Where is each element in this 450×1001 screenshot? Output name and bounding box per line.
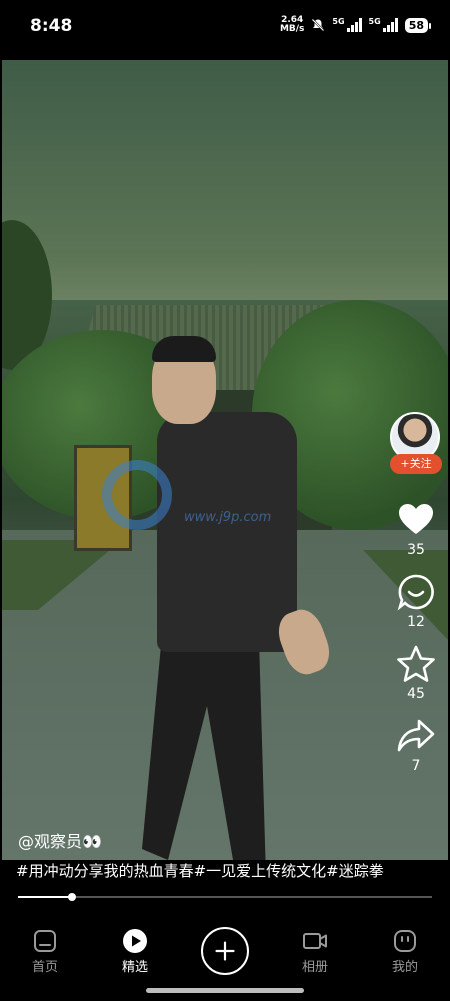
nav-album-label: 相册: [301, 959, 328, 975]
video-progress-bar[interactable]: [18, 893, 432, 901]
follow-button[interactable]: +关注: [390, 454, 442, 474]
status-time: 8:48: [30, 16, 73, 36]
person-head: [152, 336, 216, 424]
home-icon: [34, 929, 56, 952]
profile-icon: [394, 929, 416, 952]
nav-profile[interactable]: 我的: [370, 928, 440, 975]
heart-icon: [399, 504, 433, 534]
share-arrow-icon: [397, 719, 435, 752]
author-avatar-group: +关注: [390, 412, 442, 474]
action-sidebar: +关注 35 12 45 7: [390, 412, 442, 788]
video-sky: [2, 60, 448, 300]
signal-1-label: 5G: [332, 17, 345, 26]
comment-button[interactable]: 12: [396, 572, 436, 630]
comment-icon: [397, 574, 434, 611]
watermark-text: www.j9p.com: [184, 510, 272, 525]
favorite-button[interactable]: 45: [396, 644, 436, 702]
nav-featured-label: 精选: [121, 959, 148, 975]
video-caption[interactable]: #用冲动分享我的热血青春#一见爱上传统文化#迷踪拳: [16, 860, 384, 881]
watermark: www.j9p.com: [102, 460, 302, 540]
signal-icon: [346, 18, 362, 32]
nav-create[interactable]: [190, 927, 260, 975]
like-button[interactable]: 35: [396, 500, 436, 558]
home-indicator[interactable]: [146, 988, 304, 993]
status-bar: 8:48 2.64 MB/s 5G 5G 58: [0, 0, 450, 54]
video-person: [142, 336, 336, 860]
progress-fill: [18, 896, 72, 898]
signal-1: 5G: [332, 17, 362, 32]
watermark-logo-icon: [102, 460, 172, 530]
person-hair: [152, 336, 216, 362]
share-button[interactable]: 7: [396, 716, 436, 774]
video-camera-icon: [303, 932, 327, 949]
nav-home-label: 首页: [31, 959, 58, 975]
battery-icon: 58: [404, 17, 432, 33]
nav-home[interactable]: 首页: [10, 928, 80, 975]
like-count: 35: [407, 542, 425, 558]
nav-album[interactable]: 相册: [280, 928, 350, 975]
status-icons: 2.64 MB/s 5G 5G 58: [280, 16, 432, 34]
nav-featured[interactable]: 精选: [100, 928, 170, 975]
play-circle-icon: [123, 928, 147, 953]
network-speed: 2.64 MB/s: [280, 16, 304, 34]
plus-icon: [215, 941, 235, 961]
star-icon: [397, 645, 435, 682]
nav-profile-label: 我的: [391, 959, 418, 975]
signal-2-label: 5G: [368, 17, 381, 26]
video-player[interactable]: www.j9p.com: [2, 60, 448, 860]
signal-2: 5G: [369, 18, 398, 32]
person-legs: [142, 640, 266, 860]
favorite-count: 45: [407, 686, 425, 702]
progress-thumb[interactable]: [67, 893, 76, 901]
share-count: 7: [411, 758, 421, 774]
comment-count: 12: [407, 614, 425, 630]
network-speed-unit: MB/s: [279, 24, 305, 34]
author-name[interactable]: @观察员👀: [18, 828, 102, 852]
mute-bell-icon: [312, 18, 325, 32]
create-button[interactable]: [201, 927, 249, 975]
bottom-nav: 首页 精选 相册 我的: [0, 920, 450, 982]
signal-icon: [382, 18, 398, 32]
